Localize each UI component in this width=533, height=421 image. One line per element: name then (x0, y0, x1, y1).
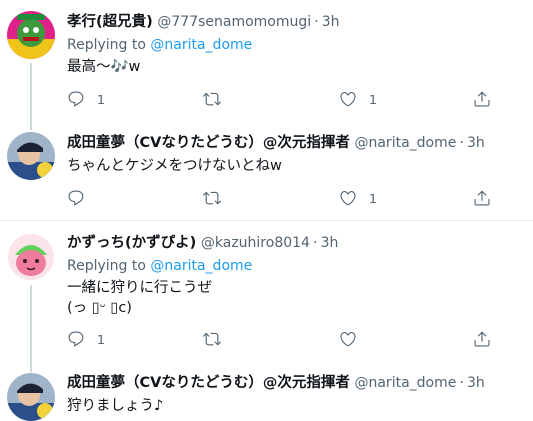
display-name[interactable]: かずっち(かずぴよ) (67, 235, 196, 251)
action-bar: 1 1 (67, 89, 497, 109)
separator-dot: · (459, 375, 464, 391)
tweet-1[interactable]: 孝行(超兄貴) @777senamomomugi · 3h Replying to … (0, 0, 533, 120)
share-icon (473, 330, 491, 348)
reply-button[interactable]: 1 (67, 329, 105, 349)
retweet-icon (203, 330, 221, 348)
handle[interactable]: @narita_dome (354, 375, 456, 391)
like-count: 1 (369, 190, 377, 206)
timestamp[interactable]: 3h (322, 14, 340, 30)
tweet-text-line: 最高～🎶w (67, 59, 141, 75)
tweet-4[interactable]: 成田童夢（CVなりたどうむ）@次元指揮者 @narita_dome · 3h 狩りま… (0, 366, 533, 421)
separator-dot: · (459, 135, 464, 151)
reply-icon (67, 90, 85, 108)
reply-button[interactable]: 1 (67, 89, 105, 109)
action-bar: 1 (67, 188, 497, 208)
reply-count: 1 (97, 91, 105, 107)
handle[interactable]: @narita_dome (354, 135, 456, 151)
like-count: 1 (369, 91, 377, 107)
timestamp[interactable]: 3h (467, 135, 485, 151)
tweet-text: 一緒に狩りに行こうぜ (っ ▯ᵕ ▯c) (67, 278, 212, 318)
retweet-button[interactable] (203, 89, 233, 109)
action-bar: 1 (67, 329, 497, 349)
like-button[interactable]: 1 (339, 188, 377, 208)
tweet-text-line: (っ ▯ᵕ ▯c) (67, 300, 132, 316)
like-button[interactable] (339, 329, 369, 349)
tweet-text-line: 一緒に狩りに行こうぜ (67, 280, 212, 296)
tweet-header: 孝行(超兄貴) @777senamomomugi · 3h (67, 12, 340, 32)
reply-count: 1 (97, 331, 105, 347)
share-icon (473, 90, 491, 108)
separator-dot: · (314, 14, 319, 30)
retweet-icon (203, 189, 221, 207)
share-button[interactable] (473, 188, 491, 208)
handle[interactable]: @777senamomomugi (157, 14, 311, 30)
display-name[interactable]: 孝行(超兄貴) (67, 14, 153, 30)
tweet-header: 成田童夢（CVなりたどうむ）@次元指揮者 @narita_dome · 3h (67, 133, 485, 153)
mention-link[interactable]: @narita_dome (150, 258, 252, 274)
thread-line (30, 120, 32, 130)
separator-dot: · (312, 235, 318, 251)
thread-line (30, 366, 32, 372)
tweet-text-line: 狩りましょう♪ (67, 398, 164, 414)
timestamp[interactable]: 3h (467, 375, 485, 391)
share-button[interactable] (473, 89, 491, 109)
tweet-text: ちゃんとケジメをつけないとねw (67, 156, 282, 176)
timestamp[interactable]: 3h (321, 235, 339, 251)
tweet-text-line: ちゃんとケジメをつけないとねw (67, 158, 282, 174)
avatar[interactable] (7, 11, 55, 59)
tweet-text: 狩りましょう♪ (67, 396, 163, 416)
retweet-button[interactable] (203, 329, 233, 349)
share-button[interactable] (473, 329, 491, 349)
avatar[interactable] (7, 373, 55, 421)
avatar[interactable] (7, 132, 55, 180)
like-button[interactable]: 1 (339, 89, 377, 109)
tweet-3[interactable]: かずっち(かずぴよ) @kazuhiro8014 · 3h Replying to … (0, 221, 533, 366)
handle[interactable]: @kazuhiro8014 (201, 235, 310, 251)
retweet-button[interactable] (203, 188, 233, 208)
replying-to: Replying to @narita_dome (67, 256, 252, 276)
tweet-text: 最高～🎶w (67, 57, 140, 77)
share-icon (473, 189, 491, 207)
tweet-header: かずっち(かずぴよ) @kazuhiro8014 · 3h (67, 233, 338, 253)
thread-line (30, 63, 32, 120)
reply-icon (67, 189, 85, 207)
tweet-2[interactable]: 成田童夢（CVなりたどうむ）@次元指揮者 @narita_dome · 3h ちゃん… (0, 120, 533, 220)
replying-to-prefix: Replying to (67, 37, 146, 53)
retweet-icon (203, 90, 221, 108)
thread-line (30, 285, 32, 366)
like-icon (339, 189, 357, 207)
reply-icon (67, 330, 85, 348)
display-name[interactable]: 成田童夢（CVなりたどうむ）@次元指揮者 (67, 135, 350, 151)
like-icon (339, 330, 357, 348)
avatar[interactable] (7, 233, 55, 281)
tweet-header: 成田童夢（CVなりたどうむ）@次元指揮者 @narita_dome · 3h (67, 373, 485, 393)
display-name[interactable]: 成田童夢（CVなりたどうむ）@次元指揮者 (67, 375, 350, 391)
replying-to: Replying to @narita_dome (67, 35, 252, 55)
reply-button[interactable] (67, 188, 97, 208)
like-icon (339, 90, 357, 108)
mention-link[interactable]: @narita_dome (150, 37, 252, 53)
replying-to-prefix: Replying to (67, 258, 146, 274)
